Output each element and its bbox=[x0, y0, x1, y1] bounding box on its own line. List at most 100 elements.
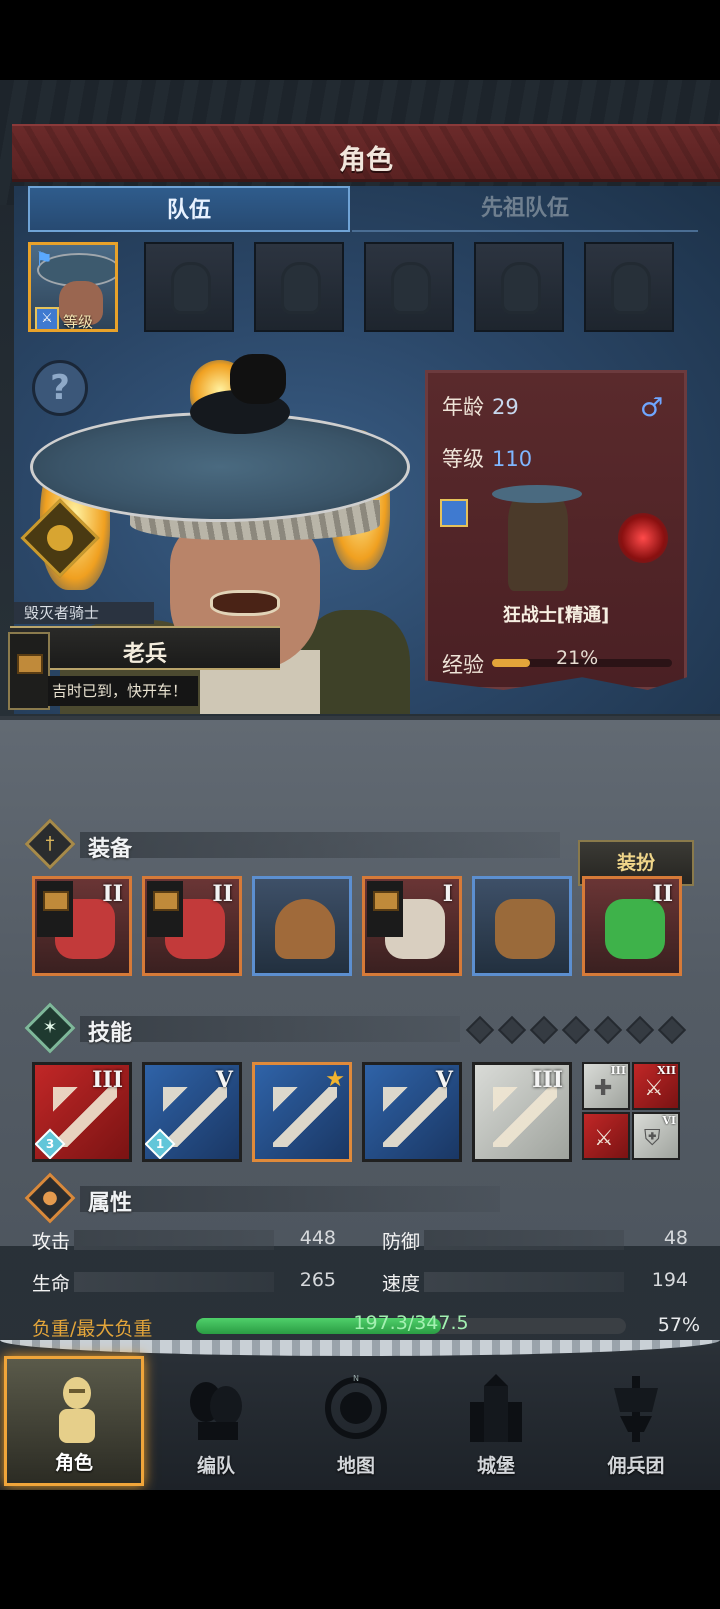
nav-mercenary-label: 佣兵团 bbox=[607, 1455, 665, 1477]
weight-percent: 57% bbox=[657, 1314, 700, 1336]
nav-map-label: 地图 bbox=[336, 1455, 375, 1477]
defense-bar bbox=[424, 1230, 624, 1250]
hero-class-tag: 毁灭者骑士 bbox=[14, 602, 154, 624]
nav-map[interactable]: N 地图 bbox=[286, 1356, 426, 1486]
passive-skill-4[interactable]: ⛨ VI bbox=[632, 1112, 680, 1160]
team-tabs: 队伍 先祖队伍 bbox=[28, 186, 698, 232]
chest-badge bbox=[8, 632, 50, 710]
equipment-slot-3[interactable] bbox=[252, 876, 352, 976]
passive-skill-icon: ✚ bbox=[594, 1076, 613, 1101]
skill-tier: III bbox=[92, 1067, 123, 1093]
skill-slot-5[interactable]: III bbox=[472, 1062, 572, 1162]
team-slot-6[interactable] bbox=[584, 242, 674, 332]
nav-castle[interactable]: 城堡 bbox=[426, 1356, 566, 1486]
team-slot-3[interactable] bbox=[254, 242, 344, 332]
skill-art bbox=[493, 1087, 557, 1147]
speed-bar bbox=[424, 1272, 624, 1292]
svg-text:N: N bbox=[353, 1374, 359, 1383]
age-value: 29 bbox=[492, 395, 519, 419]
skill-tier: V bbox=[215, 1067, 233, 1093]
passive-skill-icon: ⛨ bbox=[644, 1126, 661, 1151]
level-value: 110 bbox=[492, 447, 533, 471]
skill-slot-3[interactable]: ★ bbox=[252, 1062, 352, 1162]
helmet-art bbox=[275, 899, 335, 959]
attack-value: 448 bbox=[299, 1227, 336, 1249]
equipment-slot-5[interactable] bbox=[472, 876, 572, 976]
accessory-art bbox=[605, 899, 665, 959]
equipment-tier: II bbox=[652, 881, 673, 907]
castle-icon bbox=[470, 1374, 522, 1442]
hero-motto: 吉时已到，快开车！ bbox=[48, 676, 198, 706]
weight-label: 负重/最大负重 bbox=[32, 1318, 153, 1340]
hp-label: 生命 bbox=[32, 1273, 71, 1295]
details-panel bbox=[0, 716, 720, 1246]
tab-ancestor-team[interactable]: 先祖队伍 bbox=[352, 186, 698, 232]
passive-skill-tier: III bbox=[610, 1064, 626, 1077]
mouth bbox=[210, 590, 280, 616]
defense-value: 48 bbox=[663, 1227, 688, 1249]
team-slot-4[interactable] bbox=[364, 242, 454, 332]
hero-info-card: 年龄 29 ♂ 等级 110 狂战士[精通] 经验 21% bbox=[425, 370, 687, 690]
knight-icon bbox=[59, 1377, 95, 1443]
equipment-slot-1[interactable]: II bbox=[32, 876, 132, 976]
hp-value: 265 bbox=[299, 1269, 336, 1291]
class-figure-hat bbox=[492, 485, 582, 503]
equipment-slot-2[interactable]: II bbox=[142, 876, 242, 976]
skills-title: 技能 bbox=[88, 1021, 133, 1046]
hero-name: 老兵 bbox=[122, 642, 167, 667]
skill-charge-count: 3 bbox=[45, 1137, 55, 1151]
nav-character[interactable]: 角色 bbox=[4, 1356, 144, 1486]
speed-label: 速度 bbox=[382, 1273, 421, 1295]
equipment-slot-6[interactable]: II bbox=[582, 876, 682, 976]
skill-art bbox=[383, 1087, 447, 1147]
screen-title: 角色 bbox=[339, 145, 393, 176]
passive-skill-icon: ⚔ bbox=[594, 1126, 614, 1151]
equipment-tier: II bbox=[212, 881, 233, 907]
chest-icon bbox=[17, 654, 43, 674]
level-label: 等级 bbox=[442, 447, 484, 471]
male-icon: ♂ bbox=[640, 393, 664, 423]
system-bar-area bbox=[0, 1490, 720, 1609]
hair-knot bbox=[230, 354, 286, 404]
equipment-title: 装备 bbox=[88, 837, 133, 862]
red-orb-effect bbox=[618, 513, 668, 563]
team-slot-1[interactable]: ⚑ ⚔ 等级110 bbox=[28, 242, 118, 332]
help-button[interactable]: ? bbox=[32, 360, 88, 416]
chest-icon bbox=[37, 881, 73, 937]
passive-skill-1[interactable]: ✚ III bbox=[582, 1062, 630, 1110]
compass-icon: N bbox=[325, 1374, 387, 1439]
passive-skill-3[interactable]: ⚔ bbox=[582, 1112, 630, 1160]
potion-icon bbox=[47, 525, 73, 551]
passive-skill-tier: VI bbox=[662, 1114, 676, 1127]
name-banner[interactable]: 老兵 bbox=[10, 626, 280, 670]
slot-level-text: 等级110 bbox=[63, 313, 94, 331]
skill-charge-count: 1 bbox=[155, 1137, 165, 1151]
skill-tier: III bbox=[532, 1067, 563, 1093]
flag-icon: ⚑ bbox=[35, 247, 53, 271]
equipment-slot-4[interactable]: I bbox=[362, 876, 462, 976]
team-slot-5[interactable] bbox=[474, 242, 564, 332]
defense-label: 防御 bbox=[382, 1231, 421, 1253]
nav-character-label: 角色 bbox=[54, 1452, 93, 1474]
exp-fill bbox=[492, 659, 530, 667]
nav-formation[interactable]: 编队 bbox=[146, 1356, 286, 1486]
age-label: 年龄 bbox=[442, 395, 484, 419]
sword-glyph: † bbox=[45, 833, 55, 854]
weight-value: 197.3/347.5 bbox=[353, 1312, 469, 1334]
tab-team[interactable]: 队伍 bbox=[28, 186, 350, 232]
skill-slot-2[interactable]: V1 bbox=[142, 1062, 242, 1162]
helmet-group-icon bbox=[190, 1382, 242, 1440]
skill-slot-4[interactable]: V bbox=[362, 1062, 462, 1162]
level-row: 等级 110 bbox=[442, 443, 532, 473]
passive-skill-2[interactable]: ⚔ XII bbox=[632, 1062, 680, 1110]
section-divider bbox=[80, 1016, 460, 1042]
skill-tier: V bbox=[435, 1067, 453, 1093]
chest-icon bbox=[367, 881, 403, 937]
star-glyph: ✶ bbox=[42, 1017, 58, 1038]
boots-art bbox=[495, 899, 555, 959]
skill-slot-1[interactable]: III 3 bbox=[32, 1062, 132, 1162]
nav-mercenary[interactable]: 佣兵团 bbox=[566, 1356, 706, 1486]
team-slot-2[interactable] bbox=[144, 242, 234, 332]
attack-label: 攻击 bbox=[32, 1231, 71, 1253]
star-icon: ★ bbox=[325, 1067, 345, 1092]
